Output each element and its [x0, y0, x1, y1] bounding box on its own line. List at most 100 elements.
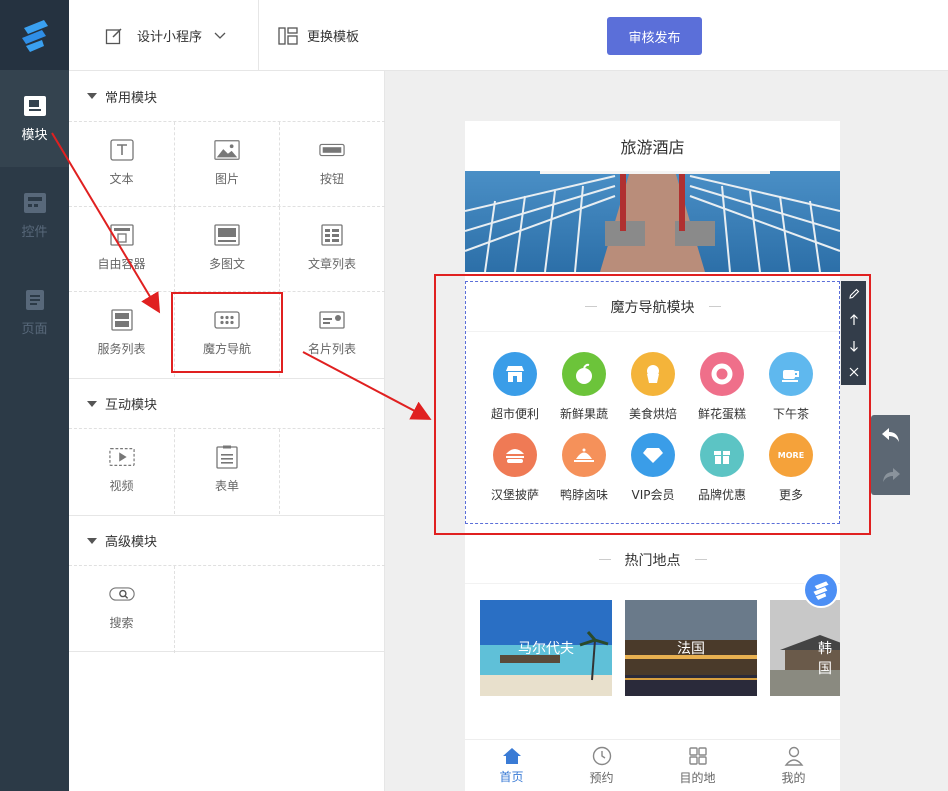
module-label: 自由容器: [97, 257, 146, 271]
collapse-triangle-icon: [87, 400, 97, 407]
undo-button[interactable]: [871, 415, 910, 455]
text-icon: [109, 139, 134, 161]
close-icon: [849, 367, 858, 377]
module-label: 魔方导航: [202, 342, 251, 356]
service-list-icon: [110, 309, 133, 331]
rail-item-label: 模块: [21, 127, 48, 143]
title-dash: [694, 559, 707, 560]
section-header-interactive[interactable]: 互动模块: [69, 378, 385, 428]
top-bar: 设计小程序 更换模板 审核发布: [69, 0, 948, 71]
nav-item-duck-neck[interactable]: 鸭脖卤味: [549, 433, 619, 503]
nav-item-afternoon-tea[interactable]: 下午茶: [756, 352, 826, 422]
place-card[interactable]: 法国: [625, 600, 757, 696]
coffee-cup-icon: [769, 352, 813, 396]
tab-label: 首页: [499, 770, 524, 784]
tab-booking[interactable]: 预约: [555, 740, 648, 791]
nav-item-vip[interactable]: VIP会员: [618, 433, 688, 503]
app-logo: [0, 0, 69, 70]
rail-item-page[interactable]: 页面: [0, 264, 69, 361]
hot-places-module: 热门地点 马尔代夫 法国 韩国: [465, 536, 840, 736]
module-label: 多图文: [208, 257, 245, 271]
module-label: 搜索: [109, 616, 134, 630]
topbar-divider: [258, 0, 259, 71]
widget-icon: [23, 192, 46, 213]
edit-module-button[interactable]: [841, 281, 866, 307]
module-form[interactable]: 表单: [174, 429, 279, 514]
nav-item-label: 美食烘焙: [628, 407, 677, 421]
module-search[interactable]: 搜索: [69, 566, 174, 651]
section-header-advanced[interactable]: 高级模块: [69, 515, 385, 565]
more-badge: MORE: [769, 433, 813, 477]
title-dash: [598, 559, 611, 560]
pier-photo: [465, 171, 840, 272]
module-row: 自由容器 多图文 文章列表: [69, 206, 385, 292]
change-template-button[interactable]: 更换模板: [278, 0, 359, 71]
nav-item-more[interactable]: MORE 更多: [756, 433, 826, 503]
nav-item-flowers-cake[interactable]: 鲜花蛋糕: [687, 352, 757, 422]
nav-item-brand-deals[interactable]: 品牌优惠: [687, 433, 757, 503]
nav-item-label: 更多: [778, 488, 803, 502]
gift-icon: [700, 433, 744, 477]
module-row: 搜索: [69, 565, 385, 653]
redo-button[interactable]: [871, 455, 910, 495]
module-service-list[interactable]: 服务列表: [69, 292, 174, 377]
module-video[interactable]: 视频: [69, 429, 174, 514]
rail-item-label: 控件: [21, 224, 48, 240]
nav-item-label: VIP会员: [631, 488, 675, 502]
nav-item-fruits[interactable]: 新鲜果蔬: [549, 352, 619, 422]
move-down-button[interactable]: [841, 333, 866, 359]
nav-item-label: 鸭脖卤味: [559, 488, 608, 502]
move-up-button[interactable]: [841, 307, 866, 333]
place-card[interactable]: 韩国: [770, 600, 840, 696]
module-card-list[interactable]: 名片列表: [279, 292, 384, 377]
nav-item-supermarket[interactable]: 超市便利: [480, 352, 550, 422]
place-card[interactable]: 马尔代夫: [480, 600, 612, 696]
module-button[interactable]: 按钮: [279, 122, 384, 207]
module-label: 文本: [109, 172, 134, 186]
tab-label: 目的地: [679, 771, 716, 785]
module-empty-slot: [174, 566, 279, 653]
template-label: 更换模板: [307, 30, 360, 45]
section-title: 互动模块: [105, 398, 158, 413]
image-icon: [214, 140, 240, 160]
multi-image-text-icon: [214, 224, 240, 246]
hot-places-header: 热门地点: [465, 536, 840, 584]
module-free-container[interactable]: 自由容器: [69, 207, 174, 292]
burger-icon: [493, 433, 537, 477]
place-name: 法国: [677, 641, 705, 657]
banner-image[interactable]: [465, 171, 840, 272]
nav-item-label: 品牌优惠: [697, 488, 746, 502]
module-text[interactable]: 文本: [69, 122, 174, 207]
nav-item-bakery[interactable]: 美食烘焙: [618, 352, 688, 422]
module-article-list[interactable]: 文章列表: [279, 207, 384, 292]
rail-item-widget[interactable]: 控件: [0, 167, 69, 264]
magic-nav-module[interactable]: 魔方导航模块 超市便利 新鲜果蔬 美食烘焙 鲜花蛋糕 下午茶 汉堡披萨 鸭脖卤味…: [465, 281, 840, 524]
submit-publish-button[interactable]: 审核发布: [607, 17, 702, 55]
undo-icon: [881, 428, 899, 442]
left-rail: 模块 控件 页面: [0, 0, 69, 791]
floating-help-button[interactable]: [803, 572, 839, 608]
edit-icon: [105, 27, 122, 44]
chevron-down-icon: [214, 32, 226, 39]
cupcake-icon: [631, 352, 675, 396]
card-list-icon: [319, 311, 345, 329]
arrow-up-icon: [849, 314, 858, 325]
delete-module-button[interactable]: [841, 359, 866, 385]
nav-item-burger-pizza[interactable]: 汉堡披萨: [480, 433, 550, 503]
donut-icon: [700, 352, 744, 396]
design-miniprogram-dropdown[interactable]: 设计小程序: [105, 0, 226, 71]
video-icon: [108, 448, 135, 466]
dish-cover-icon: [562, 433, 606, 477]
tab-mine[interactable]: 我的: [747, 740, 840, 791]
module-magic-nav[interactable]: 魔方导航: [174, 292, 279, 377]
module-multi-image-text[interactable]: 多图文: [174, 207, 279, 292]
section-header-common[interactable]: 常用模块: [69, 71, 385, 121]
rail-item-module[interactable]: 模块: [0, 70, 69, 167]
undo-redo-panel: [871, 415, 910, 495]
module-empty-slot: [279, 429, 384, 514]
module-image[interactable]: 图片: [174, 122, 279, 207]
tab-destination[interactable]: 目的地: [651, 740, 744, 791]
container-icon: [109, 224, 134, 246]
rail-item-label: 页面: [21, 321, 48, 337]
tab-home[interactable]: 首页: [465, 740, 558, 791]
